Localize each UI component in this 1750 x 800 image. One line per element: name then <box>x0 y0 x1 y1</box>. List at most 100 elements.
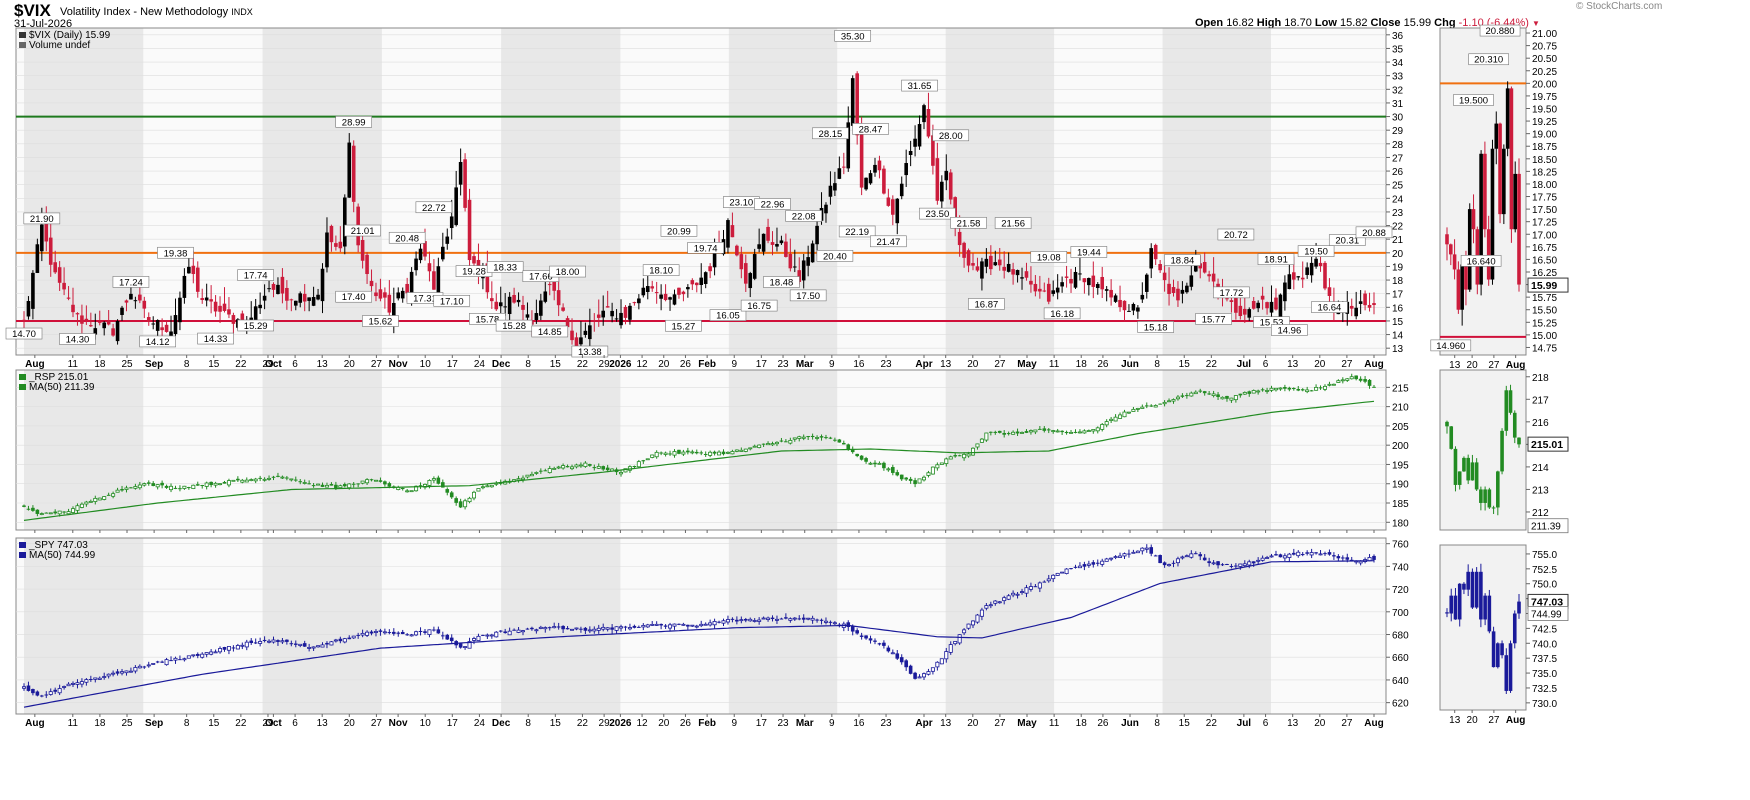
x-tick-label: 15 <box>1179 359 1191 370</box>
candle-body <box>1011 431 1016 435</box>
candle-body <box>120 488 124 491</box>
candle-body <box>31 689 35 694</box>
candle-body <box>97 677 102 680</box>
candle-body <box>218 305 222 312</box>
x-tick-label: 20 <box>658 718 670 729</box>
candle-body <box>583 627 588 631</box>
candle-body <box>476 488 481 492</box>
candle-body <box>930 466 935 475</box>
candle-body <box>48 237 53 265</box>
candle-body <box>173 315 178 335</box>
candle-body <box>1100 424 1105 430</box>
candle-body <box>806 436 810 438</box>
x-tick-label: 12 <box>637 359 649 370</box>
candle-body <box>668 624 673 629</box>
side-x-tick-label: 20 <box>1467 360 1479 371</box>
candle-body <box>886 197 891 206</box>
candle-body <box>195 653 200 656</box>
candle-body <box>779 440 784 442</box>
month-band <box>262 538 382 714</box>
candle-body <box>654 623 659 626</box>
candle-body <box>735 619 739 622</box>
candle-body <box>1251 390 1256 394</box>
candle-body <box>989 431 993 433</box>
candle-body <box>1122 553 1127 557</box>
candle-body <box>351 483 356 485</box>
candle-body <box>547 284 552 286</box>
side-candle-body <box>1462 583 1466 590</box>
candle-body <box>409 490 414 493</box>
x-tick-label: 17 <box>447 718 459 729</box>
x-tick-label: 2026 <box>609 718 632 729</box>
candle-body <box>373 631 378 633</box>
candle-body <box>182 485 187 489</box>
candle-body <box>200 485 205 487</box>
candle-body <box>1256 390 1261 393</box>
candle-body <box>610 627 614 630</box>
x-tick-label: 27 <box>994 359 1006 370</box>
side-y-tick-label: 20.50 <box>1532 54 1557 65</box>
candle-body <box>601 310 606 318</box>
candle-body <box>1265 557 1270 559</box>
candle-body <box>351 635 356 639</box>
x-tick-label: 6 <box>1263 718 1269 729</box>
x-tick-label: 9 <box>829 718 835 729</box>
candle-body <box>1193 265 1198 272</box>
candle-body <box>182 275 187 298</box>
x-tick-label: 8 <box>525 359 531 370</box>
candle-body <box>481 634 485 636</box>
side-candle-body <box>1460 264 1464 310</box>
side-y-tick-label: 15.25 <box>1532 318 1557 329</box>
candle-body <box>1082 278 1087 283</box>
candle-body <box>641 460 646 462</box>
candle-body <box>84 501 89 505</box>
value-label: 15.78 <box>475 314 499 325</box>
candle-body <box>204 297 209 301</box>
candle-body <box>677 449 681 454</box>
candle-body <box>298 481 303 483</box>
candle-body <box>833 183 837 191</box>
side-candle-body <box>1457 471 1462 485</box>
candle-body <box>1095 562 1100 564</box>
candle-body <box>329 225 334 243</box>
candle-body <box>904 477 908 480</box>
candle-body <box>1038 428 1042 430</box>
candle-body <box>1358 560 1363 564</box>
candle-body <box>815 437 820 439</box>
candle-body <box>182 658 187 661</box>
candle-body <box>62 511 66 513</box>
candle-body <box>993 600 998 604</box>
candle-body <box>632 465 637 467</box>
y-tick-label: 36 <box>1392 31 1404 42</box>
candle-body <box>111 493 116 497</box>
candle-body <box>298 643 303 646</box>
x-tick-label: May <box>1017 718 1037 729</box>
value-label: 16.18 <box>1050 309 1074 320</box>
y-tick-label: 205 <box>1392 422 1409 433</box>
candle-body <box>365 479 370 484</box>
candle-body <box>1006 433 1011 435</box>
candle-body <box>89 325 93 327</box>
candle-body <box>1207 393 1211 395</box>
x-tick-label: 20 <box>1314 718 1326 729</box>
x-tick-label: 26 <box>1097 359 1109 370</box>
candle-body <box>400 290 405 299</box>
candle-body <box>102 496 107 500</box>
candle-body <box>565 466 570 468</box>
candle-body <box>1158 264 1162 271</box>
candle-body <box>935 661 940 668</box>
candle-body <box>574 627 579 630</box>
x-tick-label: 23 <box>777 718 789 729</box>
candle-body <box>449 637 454 642</box>
candle-body <box>1109 289 1113 298</box>
candle-body <box>962 629 967 634</box>
candle-body <box>1073 566 1078 568</box>
candle-body <box>1327 552 1332 555</box>
candle-body <box>940 181 944 202</box>
candle-body <box>1113 295 1118 302</box>
legend-swatch <box>19 374 26 380</box>
x-tick-label: 27 <box>1341 359 1353 370</box>
candle-body <box>1015 270 1020 276</box>
value-label: 21.90 <box>30 214 54 225</box>
candle-body <box>948 456 953 460</box>
